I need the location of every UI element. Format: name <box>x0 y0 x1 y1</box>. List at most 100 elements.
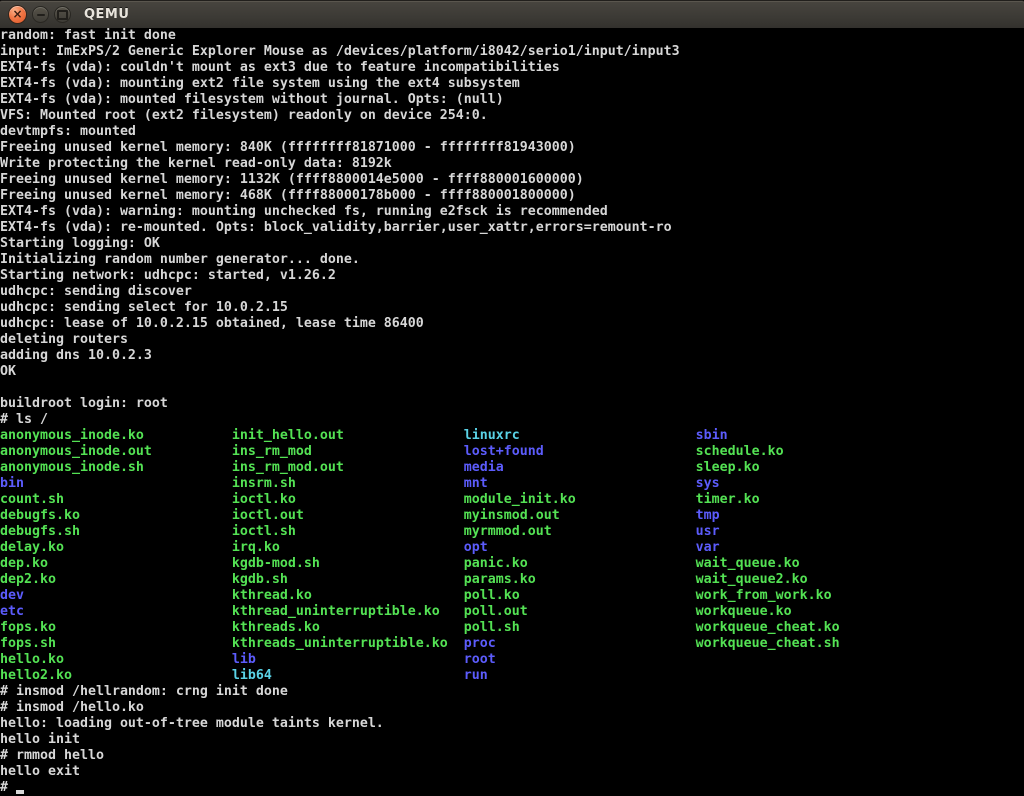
window-titlebar[interactable]: × QEMU <box>0 0 1024 28</box>
terminal-text: devtmpfs: mounted <box>0 124 136 139</box>
file-entry: kthreads.ko <box>232 620 464 635</box>
terminal-line: # insmod /hello.ko <box>0 700 1024 716</box>
terminal-line: VFS: Mounted root (ext2 filesystem) read… <box>0 108 1024 124</box>
file-entry: poll.sh <box>464 620 696 635</box>
terminal-line: anonymous_inode.out ins_rm_mod lost+foun… <box>0 444 1024 460</box>
terminal-line: udhcpc: lease of 10.0.2.15 obtained, lea… <box>0 316 1024 332</box>
file-entry: dev <box>0 588 232 603</box>
terminal-text: hello exit <box>0 764 80 779</box>
file-entry: ioctl.out <box>232 508 464 523</box>
terminal-text: udhcpc: lease of 10.0.2.15 obtained, lea… <box>0 316 424 331</box>
terminal-line: count.sh ioctl.ko module_init.ko timer.k… <box>0 492 1024 508</box>
file-entry: proc <box>464 636 696 651</box>
terminal-text: Freeing unused kernel memory: 1132K (fff… <box>0 172 584 187</box>
file-entry: sys <box>696 476 720 491</box>
terminal-line: etc kthread_uninterruptible.ko poll.out … <box>0 604 1024 620</box>
terminal-line: devtmpfs: mounted <box>0 124 1024 140</box>
terminal-line: dep2.ko kgdb.sh params.ko wait_queue2.ko <box>0 572 1024 588</box>
terminal-line: hello exit <box>0 764 1024 780</box>
file-entry: schedule.ko <box>696 444 784 459</box>
file-entry: linuxrc <box>464 428 696 443</box>
file-entry: dep.ko <box>0 556 232 571</box>
file-entry: panic.ko <box>464 556 696 571</box>
terminal-cursor <box>16 790 24 794</box>
terminal-line: buildroot login: root <box>0 396 1024 412</box>
terminal-line: Freeing unused kernel memory: 1132K (fff… <box>0 172 1024 188</box>
terminal-text: udhcpc: sending discover <box>0 284 192 299</box>
file-entry: wait_queue.ko <box>696 556 800 571</box>
terminal-line: EXT4-fs (vda): warning: mounting uncheck… <box>0 204 1024 220</box>
file-entry: var <box>696 540 720 555</box>
terminal-line: debugfs.sh ioctl.sh myrmmod.out usr <box>0 524 1024 540</box>
file-entry: etc <box>0 604 232 619</box>
file-entry: kgdb.sh <box>232 572 464 587</box>
file-entry: ins_rm_mod.out <box>232 460 464 475</box>
terminal-text: udhcpc: sending select for 10.0.2.15 <box>0 300 288 315</box>
window-maximize-button[interactable] <box>54 6 71 23</box>
window-minimize-button[interactable] <box>32 6 49 23</box>
terminal-text: EXT4-fs (vda): mounted filesystem withou… <box>0 92 504 107</box>
file-entry: kthread_uninterruptible.ko <box>232 604 464 619</box>
terminal-line: udhcpc: sending select for 10.0.2.15 <box>0 300 1024 316</box>
file-entry: count.sh <box>0 492 232 507</box>
terminal-line: anonymous_inode.ko init_hello.out linuxr… <box>0 428 1024 444</box>
terminal-line: # insmod /hellrandom: crng init done <box>0 684 1024 700</box>
terminal-text: VFS: Mounted root (ext2 filesystem) read… <box>0 108 488 123</box>
minimize-icon <box>37 14 45 16</box>
terminal-text: Starting network: udhcpc: started, v1.26… <box>0 268 336 283</box>
terminal-line: hello init <box>0 732 1024 748</box>
terminal-text: deleting routers <box>0 332 128 347</box>
file-entry: anonymous_inode.ko <box>0 428 232 443</box>
terminal-text: EXT4-fs (vda): couldn't mount as ext3 du… <box>0 60 560 75</box>
file-entry: ioctl.ko <box>232 492 464 507</box>
file-entry: timer.ko <box>696 492 760 507</box>
file-entry: insrm.sh <box>232 476 464 491</box>
terminal-text: EXT4-fs (vda): warning: mounting uncheck… <box>0 204 608 219</box>
terminal-text: EXT4-fs (vda): re-mounted. Opts: block_v… <box>0 220 672 235</box>
terminal-text: # <box>0 780 16 795</box>
terminal-line: hello: loading out-of-tree module taints… <box>0 716 1024 732</box>
terminal-line: delay.ko irq.ko opt var <box>0 540 1024 556</box>
terminal-line: # ls / <box>0 412 1024 428</box>
file-entry: usr <box>696 524 720 539</box>
terminal-text: # rmmod hello <box>0 748 104 763</box>
terminal-line: debugfs.ko ioctl.out myinsmod.out tmp <box>0 508 1024 524</box>
file-entry: ioctl.sh <box>232 524 464 539</box>
terminal-line: Starting logging: OK <box>0 236 1024 252</box>
file-entry: init_hello.out <box>232 428 464 443</box>
file-entry: workqueue.ko <box>696 604 792 619</box>
terminal-screen[interactable]: random: fast init doneinput: ImExPS/2 Ge… <box>0 28 1024 796</box>
terminal-line: EXT4-fs (vda): mounting ext2 file system… <box>0 76 1024 92</box>
file-entry: delay.ko <box>0 540 232 555</box>
file-entry: work_from_work.ko <box>696 588 832 603</box>
terminal-line: # <box>0 780 1024 796</box>
terminal-text: input: ImExPS/2 Generic Explorer Mouse a… <box>0 44 680 59</box>
terminal-text: adding dns 10.0.2.3 <box>0 348 152 363</box>
terminal-text: hello: loading out-of-tree module taints… <box>0 716 384 731</box>
terminal-text: Freeing unused kernel memory: 468K (ffff… <box>0 188 576 203</box>
qemu-window: × QEMU random: fast init doneinput: ImEx… <box>0 0 1024 796</box>
terminal-line: Initializing random number generator... … <box>0 252 1024 268</box>
file-entry: myrmmod.out <box>464 524 696 539</box>
terminal-text: # insmod /hello.ko <box>0 700 144 715</box>
terminal-line: fops.sh kthreads_uninterruptible.ko proc… <box>0 636 1024 652</box>
file-entry: lost+found <box>464 444 696 459</box>
terminal-line: EXT4-fs (vda): re-mounted. Opts: block_v… <box>0 220 1024 236</box>
file-entry: lib <box>232 652 464 667</box>
file-entry: debugfs.ko <box>0 508 232 523</box>
file-entry: anonymous_inode.out <box>0 444 232 459</box>
file-entry: poll.out <box>464 604 696 619</box>
terminal-text: random: fast init done <box>0 28 176 43</box>
window-close-button[interactable]: × <box>8 5 27 24</box>
terminal-line: # rmmod hello <box>0 748 1024 764</box>
file-entry: bin <box>0 476 232 491</box>
terminal-line: hello.ko lib root <box>0 652 1024 668</box>
terminal-line: dev kthread.ko poll.ko work_from_work.ko <box>0 588 1024 604</box>
file-entry: kthread.ko <box>232 588 464 603</box>
file-entry: kthreads_uninterruptible.ko <box>232 636 464 651</box>
file-entry: fops.sh <box>0 636 232 651</box>
terminal-line: deleting routers <box>0 332 1024 348</box>
terminal-line: fops.ko kthreads.ko poll.sh workqueue_ch… <box>0 620 1024 636</box>
terminal-line: Freeing unused kernel memory: 468K (ffff… <box>0 188 1024 204</box>
terminal-line: EXT4-fs (vda): mounted filesystem withou… <box>0 92 1024 108</box>
